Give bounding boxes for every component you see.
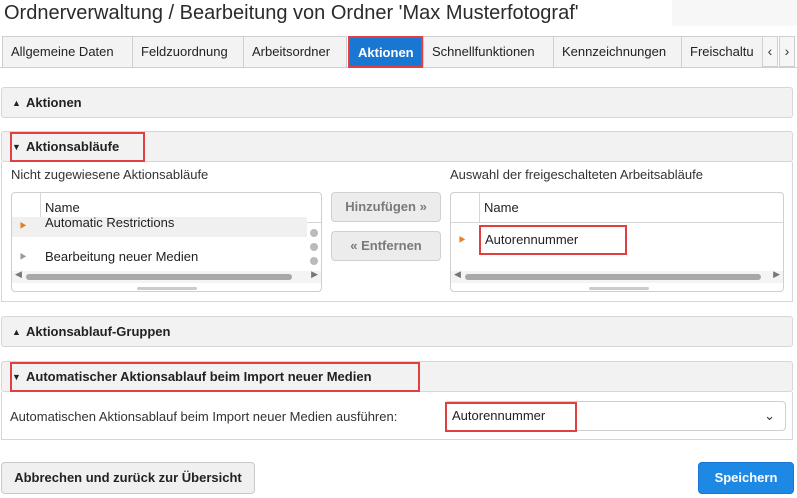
save-button[interactable]: Speichern [698, 462, 794, 494]
section-aktionsablaeufe-body: Nicht zugewiesene Aktionsabläufe Auswahl… [1, 162, 793, 302]
section-import-title: Automatischer Aktionsablauf beim Import … [26, 369, 372, 384]
import-action-select-value: Autorennummer [452, 408, 546, 423]
tab-feldzuordnung[interactable]: Feldzuordnung [132, 36, 244, 67]
list-header: Name [451, 193, 783, 223]
tab-freischaltung[interactable]: Freischaltu [681, 36, 763, 67]
collapse-triangle-icon: ▲ [12, 327, 21, 337]
tab-arbeitsordner[interactable]: Arbeitsordner [243, 36, 347, 67]
resize-grip [589, 287, 649, 290]
collapse-triangle-icon: ▲ [12, 98, 21, 108]
scrollbar-thumb[interactable] [26, 274, 292, 280]
section-import-header[interactable]: ▼ Automatischer Aktionsablauf beim Import… [1, 361, 793, 392]
scroll-left-icon[interactable]: ◀ [15, 269, 22, 280]
list-item[interactable]: ⯈ Bearbeitung neuer Medien [12, 243, 307, 271]
list-item[interactable]: ⯈ Automatic Restrictions [12, 217, 307, 237]
resize-grip [137, 287, 197, 290]
list-item-label: Bearbeitung neuer Medien [45, 249, 199, 264]
tab-allgemeine-daten[interactable]: Allgemeine Daten [2, 36, 133, 67]
expand-triangle-icon: ▼ [12, 372, 21, 382]
section-gruppen-header[interactable]: ▲ Aktionsablauf-Gruppen [1, 316, 793, 347]
import-field-label: Automatischen Aktionsablauf beim Import … [10, 409, 398, 424]
action-arrow-icon: ⯈ [457, 233, 467, 247]
section-aktionen-title: Aktionen [26, 95, 82, 110]
page-title: Ordnerverwaltung / Bearbeitung von Ordne… [4, 2, 579, 24]
scroll-right-icon[interactable]: ▶ [311, 269, 318, 280]
tab-scroll-left-icon[interactable]: ‹ [762, 36, 778, 67]
assigned-label: Auswahl der freigeschalteten Arbeitsablä… [450, 167, 703, 182]
scroll-right-icon[interactable]: ▶ [773, 269, 780, 280]
list-item-label: Autorennummer [485, 232, 579, 247]
tab-kennzeichnungen[interactable]: Kennzeichnungen [553, 36, 682, 67]
unassigned-list[interactable]: Name ⯈ Automatic Restrictions ⯈ Bearbeit… [11, 192, 322, 292]
scrollbar-thumb[interactable] [465, 274, 761, 280]
tab-scroll-right-icon[interactable]: › [779, 36, 795, 67]
action-arrow-icon: ⯈ [18, 219, 28, 233]
tab-schnellfunktionen[interactable]: Schnellfunktionen [423, 36, 554, 67]
section-aktionsablaeufe-header[interactable]: ▼ Aktionsabläufe [1, 131, 793, 162]
section-aktionsablaeufe-title: Aktionsabläufe [26, 139, 120, 154]
add-button[interactable]: Hinzufügen » [331, 192, 441, 222]
list-item[interactable]: ⯈ Autorennummer [451, 226, 783, 254]
expand-triangle-icon: ▼ [12, 142, 21, 152]
list-item-label: Automatic Restrictions [45, 217, 175, 230]
section-gruppen-title: Aktionsablauf-Gruppen [26, 324, 171, 339]
horizontal-scrollbar[interactable]: ◀ ▶ [12, 269, 321, 283]
unassigned-label: Nicht zugewiesene Aktionsabläufe [11, 167, 209, 182]
column-name-header: Name [484, 200, 519, 215]
section-aktionen-header[interactable]: ▲ Aktionen [1, 87, 793, 118]
scroll-left-icon[interactable]: ◀ [454, 269, 461, 280]
tab-aktionen[interactable]: Aktionen [348, 36, 423, 68]
title-bar-fill [672, 0, 797, 26]
chevron-down-icon: ⌄ [764, 408, 775, 423]
cancel-button[interactable]: Abbrechen und zurück zur Übersicht [1, 462, 255, 494]
tab-bar: Allgemeine Daten Feldzuordnung Arbeitsor… [0, 36, 797, 68]
assigned-list[interactable]: Name ⯈ Autorennummer ◀ ▶ [450, 192, 784, 292]
horizontal-scrollbar[interactable]: ◀ ▶ [451, 269, 783, 283]
vertical-scrollbar[interactable] [310, 229, 318, 269]
section-import-body: Automatischen Aktionsablauf beim Import … [1, 392, 793, 440]
import-action-select[interactable]: Autorennummer ⌄ [445, 401, 786, 431]
remove-button[interactable]: « Entfernen [331, 231, 441, 261]
action-arrow-icon: ⯈ [18, 250, 28, 264]
